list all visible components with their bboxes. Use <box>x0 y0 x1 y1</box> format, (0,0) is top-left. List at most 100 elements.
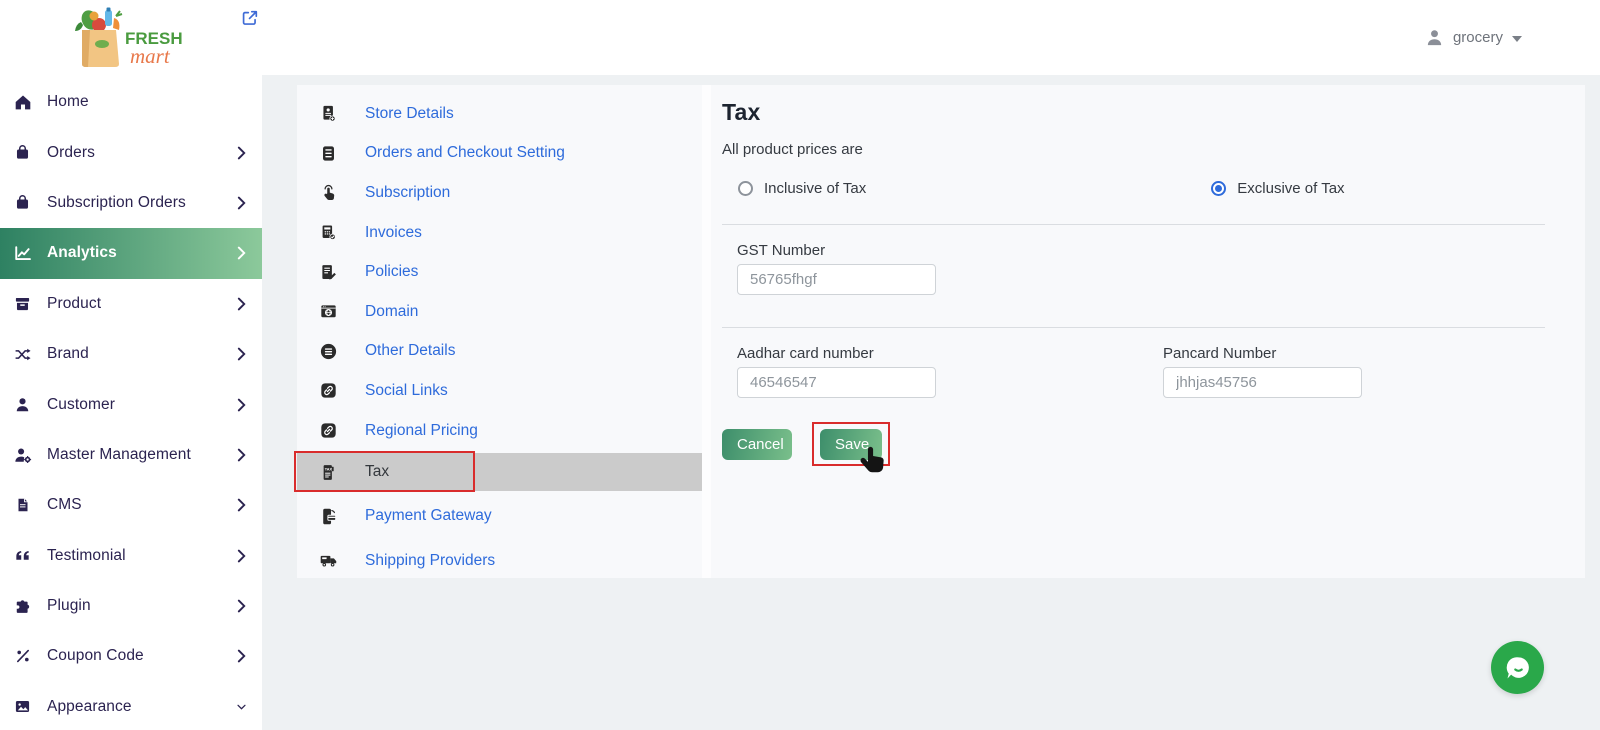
sidebar-item-master-management[interactable]: Master Management <box>0 430 262 480</box>
store-details-icon <box>319 104 338 123</box>
settings-item-shipping-providers[interactable]: Shipping Providers <box>297 541 702 581</box>
settings-item-regional-pricing[interactable]: Regional Pricing <box>297 411 702 451</box>
chevron-down-icon <box>1512 36 1522 42</box>
circle-list-icon <box>319 342 338 361</box>
sidebar-item-label: Appearance <box>47 698 237 716</box>
settings-item-domain[interactable]: Domain <box>297 292 702 332</box>
settings-item-label: Regional Pricing <box>365 422 478 440</box>
radio-label: Inclusive of Tax <box>764 180 866 197</box>
settings-item-other-details[interactable]: Other Details <box>297 332 702 372</box>
sidebar-item-label: Brand <box>47 345 237 363</box>
settings-item-label: Other Details <box>365 342 455 360</box>
gst-number-input[interactable] <box>737 264 936 295</box>
sidebar-item-home[interactable]: Home <box>0 77 262 127</box>
page-title: Tax <box>722 99 1585 126</box>
settings-item-label: Payment Gateway <box>365 507 492 525</box>
sidebar: Home Orders Subscription Orders Analytic… <box>0 75 262 730</box>
settings-item-social-links[interactable]: Social Links <box>297 371 702 411</box>
gst-number-label: GST Number <box>737 242 1585 259</box>
pancard-number-input[interactable] <box>1163 367 1362 398</box>
chevron-right-icon <box>237 649 246 663</box>
form-subtitle: All product prices are <box>722 141 1585 158</box>
image-icon <box>13 697 32 716</box>
sidebar-item-analytics[interactable]: Analytics <box>0 228 262 278</box>
sidebar-item-cms[interactable]: CMS <box>0 480 262 530</box>
settings-item-tax[interactable]: TAX Tax <box>297 453 702 491</box>
radio-checked-icon[interactable] <box>1211 181 1226 196</box>
person-icon <box>13 395 32 414</box>
settings-item-store-details[interactable]: Store Details <box>297 94 702 134</box>
chevron-right-icon <box>237 146 246 160</box>
chain-link-icon <box>319 421 338 440</box>
sidebar-item-label: Plugin <box>47 597 237 615</box>
chevron-right-icon <box>237 448 246 462</box>
chat-widget-button[interactable] <box>1491 641 1544 694</box>
aadhar-number-input[interactable] <box>737 367 936 398</box>
settings-item-label: Tax <box>365 463 389 481</box>
user-avatar-icon <box>1425 28 1444 47</box>
settings-item-label: Shipping Providers <box>365 552 495 570</box>
sidebar-item-testimonial[interactable]: Testimonial <box>0 531 262 581</box>
save-button[interactable]: Save <box>820 429 882 460</box>
sidebar-item-label: Customer <box>47 396 237 414</box>
sidebar-item-appearance[interactable]: Appearance <box>0 682 262 730</box>
sidebar-item-label: Analytics <box>47 244 237 262</box>
sidebar-item-label: Subscription Orders <box>47 194 237 212</box>
external-link-icon[interactable] <box>241 9 259 27</box>
cancel-button[interactable]: Cancel <box>722 429 792 460</box>
sidebar-item-customer[interactable]: Customer <box>0 379 262 429</box>
sidebar-item-product[interactable]: Product <box>0 279 262 329</box>
top-bar: FRESH mart grocery <box>0 0 1600 75</box>
sidebar-item-label: Orders <box>47 144 237 162</box>
chevron-right-icon <box>237 297 246 311</box>
sidebar-item-label: Product <box>47 295 237 313</box>
settings-item-payment-gateway[interactable]: Payment Gateway <box>297 496 702 536</box>
chevron-right-icon <box>237 196 246 210</box>
tax-receipt-icon: TAX <box>319 463 338 482</box>
pancard-number-label: Pancard Number <box>1163 345 1362 362</box>
settings-item-label: Domain <box>365 303 418 321</box>
chevron-right-icon <box>237 398 246 412</box>
sidebar-item-subscription-orders[interactable]: Subscription Orders <box>0 178 262 228</box>
sidebar-item-orders[interactable]: Orders <box>0 127 262 177</box>
sidebar-item-label: Testimonial <box>47 547 237 565</box>
chat-bubble-icon <box>1503 653 1533 683</box>
svg-text:TAX: TAX <box>325 467 333 471</box>
shuffle-icon <box>13 345 32 364</box>
sidebar-item-plugin[interactable]: Plugin <box>0 581 262 631</box>
sidebar-item-brand[interactable]: Brand <box>0 329 262 379</box>
tax-form-panel: Tax All product prices are Inclusive of … <box>711 85 1585 578</box>
browser-globe-icon <box>319 302 338 321</box>
settings-item-label: Invoices <box>365 224 422 242</box>
settings-item-orders-checkout[interactable]: Orders and Checkout Setting <box>297 134 702 174</box>
radio-exclusive-of-tax[interactable]: Exclusive of Tax <box>1211 180 1344 197</box>
orders-checkout-icon <box>319 144 338 163</box>
logo-text-mart: mart <box>130 44 171 68</box>
chevron-right-icon <box>237 498 246 512</box>
settings-item-subscription[interactable]: Subscription <box>297 173 702 213</box>
mobile-payment-icon <box>319 507 338 526</box>
sidebar-item-coupon-code[interactable]: Coupon Code <box>0 631 262 681</box>
puzzle-icon <box>13 597 32 616</box>
quote-icon <box>13 546 32 565</box>
radio-inclusive-of-tax[interactable]: Inclusive of Tax <box>738 180 866 197</box>
chevron-right-icon <box>237 549 246 563</box>
divider <box>722 224 1545 225</box>
chevron-right-icon <box>237 599 246 613</box>
user-menu[interactable]: grocery <box>1425 0 1522 75</box>
settings-item-label: Subscription <box>365 184 450 202</box>
shopping-bag-icon <box>13 143 32 162</box>
settings-item-policies[interactable]: Policies <box>297 252 702 292</box>
hand-tap-icon <box>319 183 338 202</box>
panel-gap <box>702 85 711 578</box>
radio-unchecked-icon[interactable] <box>738 181 753 196</box>
settings-item-invoices[interactable]: Invoices <box>297 213 702 253</box>
invoice-calculator-icon <box>319 223 338 242</box>
settings-item-label: Store Details <box>365 105 454 123</box>
sidebar-item-label: Coupon Code <box>47 647 237 665</box>
document-icon <box>13 496 32 515</box>
freshmart-logo[interactable]: FRESH mart <box>72 6 190 75</box>
user-name: grocery <box>1453 29 1503 46</box>
line-chart-icon <box>13 244 32 263</box>
sidebar-item-label: Master Management <box>47 446 237 464</box>
